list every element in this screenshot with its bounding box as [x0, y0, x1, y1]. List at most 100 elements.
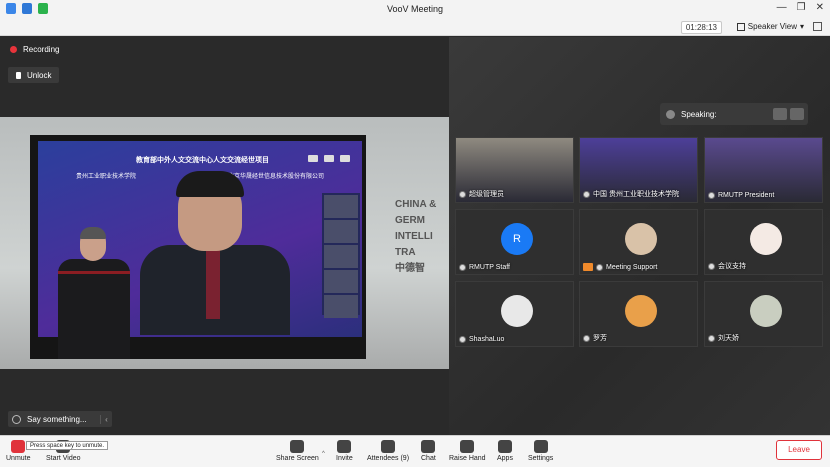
speaker-view-button[interactable]: Speaker View ▾ — [736, 21, 804, 33]
mic-muted-icon — [11, 440, 26, 453]
wall-sign-line: CHINA & GERM — [395, 199, 437, 226]
chat-label: Chat — [421, 455, 436, 462]
screen-title: 教育部中外人文交流中心人文交流经世项目 — [136, 157, 269, 164]
record-dot-icon — [10, 46, 17, 53]
settings-label: Settings — [528, 455, 554, 462]
apps-icon — [497, 440, 512, 453]
avatar — [625, 295, 657, 327]
participant-name: RMUTP President — [718, 192, 775, 199]
participant-tile[interactable]: 超级管理员 — [455, 137, 574, 203]
raise-hand-label: Raise Hand — [449, 455, 486, 462]
participant-tile[interactable]: 中国 贵州工业职业技术学院 — [579, 137, 698, 203]
invite-label: Invite — [336, 455, 353, 462]
raise-hand-button[interactable]: Raise Hand — [449, 440, 486, 462]
title-bar: VooV Meeting — ❐ ✕ — [0, 0, 830, 18]
attendees-button[interactable]: Attendees (9) — [367, 440, 409, 462]
audio-wave-icon — [773, 108, 787, 120]
participant-name-tag: Meeting Support — [583, 263, 657, 271]
participant-name-tag: 中国 贵州工业职业技术学院 — [583, 189, 679, 199]
participant-tile[interactable]: 会议支持 — [704, 209, 823, 275]
chevron-down-icon: ▾ — [799, 22, 804, 31]
avatar — [625, 223, 657, 255]
hand-icon — [460, 440, 475, 453]
screen-subtitle-right: 北京华晟经世信息技术股份有限公司 — [228, 174, 325, 180]
unlock-button[interactable]: Unlock — [8, 67, 60, 83]
mic-icon — [583, 334, 590, 342]
window-title: VooV Meeting — [386, 4, 444, 14]
remote-speaker-tie — [206, 249, 220, 319]
screen-logos — [308, 155, 350, 162]
participant-tile[interactable]: R RMUTP Staff — [455, 209, 574, 275]
meeting-topbar: 01:28:13 Speaker View ▾ — [0, 18, 830, 36]
share-screen-icon — [290, 440, 305, 453]
attendees-icon — [381, 440, 396, 453]
leave-button[interactable]: Leave — [776, 440, 822, 460]
participant-tile[interactable]: RMUTP President — [704, 137, 823, 203]
settings-button[interactable]: Settings — [528, 440, 553, 462]
main-speaker-video[interactable]: 教育部中外人文交流中心人文交流经世项目 贵州工业职业技术学院 北京华晟经世信息技… — [0, 117, 449, 369]
mic-icon — [708, 262, 715, 270]
meeting-timer: 01:28:13 — [680, 21, 722, 34]
participant-tile[interactable]: 刘天娇 — [704, 281, 823, 347]
participant-name-tag: RMUTP President — [708, 192, 774, 199]
participant-name-tag: 会议支持 — [708, 261, 746, 271]
participant-name-tag: 罗芳 — [583, 333, 607, 343]
mic-icon — [708, 334, 715, 342]
recording-indicator: Recording — [10, 45, 59, 54]
participant-name: 中国 贵州工业职业技术学院 — [593, 191, 679, 198]
avatar: R — [501, 223, 533, 255]
speaker-icon — [666, 109, 675, 119]
undo-icon[interactable] — [790, 108, 804, 120]
remote-speaker-hair — [176, 171, 244, 197]
layout-grid-icon — [736, 23, 745, 31]
share-screen-button[interactable]: Share Screen — [276, 440, 319, 462]
apps-label: Apps — [497, 455, 513, 462]
mic-icon — [459, 336, 466, 343]
presenter-hair — [80, 227, 106, 239]
minimize-button[interactable]: — — [777, 2, 787, 13]
participant-tile[interactable]: Meeting Support — [579, 209, 698, 275]
close-button[interactable]: ✕ — [816, 2, 824, 13]
speaker-pane: Recording Unlock 教育部中外人文交流中心人文交流经世项目 贵州工… — [0, 37, 449, 435]
fullscreen-icon[interactable] — [813, 22, 822, 31]
participant-tile[interactable]: 罗芳 — [579, 281, 698, 347]
gear-icon — [533, 440, 548, 453]
local-presenter — [50, 227, 142, 369]
participant-name: 刘天娇 — [718, 335, 739, 342]
bottom-toolbar: Unmute Start Video Share Screen ^ Invite… — [0, 435, 830, 467]
invite-icon — [337, 440, 352, 453]
chat-button[interactable]: Chat — [421, 440, 436, 462]
collapse-chat-button[interactable]: ‹ — [100, 414, 112, 424]
start-video-label: Start Video — [46, 455, 81, 462]
avatar — [750, 295, 782, 327]
recording-label: Recording — [23, 45, 60, 54]
participant-name: 会议支持 — [718, 263, 746, 270]
share-screen-label: Share Screen — [276, 455, 319, 462]
expand-panel-icon[interactable]: › — [441, 236, 444, 246]
unmute-tooltip: Press space key to unmute. — [26, 441, 109, 450]
avatar — [750, 223, 782, 255]
participant-name: ShashaLuo — [469, 336, 505, 343]
presenter-shirt — [58, 259, 130, 359]
invite-button[interactable]: Invite — [336, 440, 353, 462]
avatar — [501, 295, 533, 327]
host-badge-icon — [583, 263, 593, 271]
chat-icon — [421, 440, 436, 453]
speaking-label: Speaking: — [681, 109, 717, 119]
participant-tile[interactable]: ShashaLuo — [455, 281, 574, 347]
participant-name-tag: RMUTP Staff — [459, 264, 510, 271]
speaking-indicator: Speaking: — [660, 103, 808, 125]
unlock-label: Unlock — [27, 70, 52, 80]
apps-button[interactable]: Apps — [497, 440, 513, 462]
mic-icon — [459, 264, 466, 271]
emoji-icon[interactable] — [12, 414, 21, 424]
mic-icon — [596, 263, 603, 271]
wall-sign-line: TRA — [395, 247, 416, 258]
mic-icon — [583, 190, 590, 198]
restore-button[interactable]: ❐ — [797, 2, 806, 13]
chat-placeholder: Say something... — [27, 414, 87, 424]
chat-input[interactable]: Say something... ‹ — [8, 411, 112, 427]
attendees-label: Attendees (9) — [367, 455, 410, 462]
speaking-controls — [773, 108, 808, 120]
share-options-caret[interactable]: ^ — [322, 451, 325, 457]
